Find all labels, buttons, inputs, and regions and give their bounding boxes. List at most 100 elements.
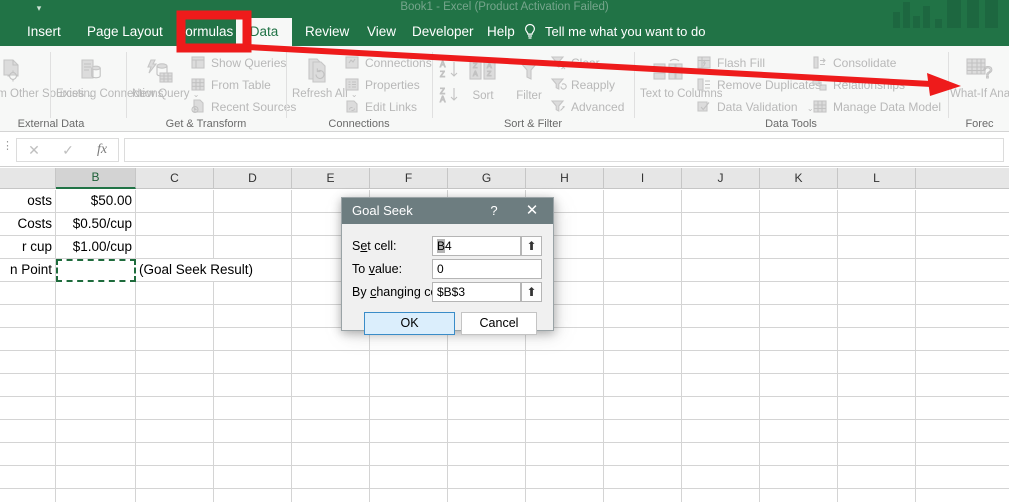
ok-button[interactable]: OK (364, 312, 455, 335)
sort-button[interactable]: Z A A Z Sort (466, 58, 500, 103)
grid-cell[interactable] (370, 420, 448, 443)
grid-cell[interactable] (214, 282, 292, 305)
grid-cell[interactable] (214, 190, 292, 213)
grid-cell[interactable] (448, 374, 526, 397)
grid-cell[interactable] (604, 397, 682, 420)
from-other-sources-button[interactable]: From Other Sources ⌄ (0, 56, 94, 102)
column-header-C[interactable]: C (136, 168, 214, 189)
tab-help[interactable]: Help (478, 18, 524, 46)
grid-cell[interactable] (682, 213, 760, 236)
grid-cell[interactable] (916, 282, 1009, 305)
cell-A4[interactable]: n Point (0, 259, 56, 282)
grid-cell[interactable] (760, 328, 838, 351)
grid-cell[interactable] (760, 213, 838, 236)
grid-cell[interactable] (760, 236, 838, 259)
grid-cell[interactable] (448, 443, 526, 466)
grid-cell[interactable] (56, 489, 136, 502)
grid-cell[interactable] (526, 374, 604, 397)
reapply-button[interactable]: Reapply (550, 74, 615, 96)
close-icon[interactable]: ✕ (519, 198, 545, 224)
grid-cell[interactable] (0, 466, 56, 489)
grid-cell[interactable] (292, 443, 370, 466)
grid-cell[interactable] (56, 305, 136, 328)
grid-cell[interactable] (604, 466, 682, 489)
grid-cell[interactable] (0, 397, 56, 420)
active-cell-marquee[interactable] (56, 259, 136, 282)
grid-cell[interactable] (370, 443, 448, 466)
grid-cell[interactable] (838, 374, 916, 397)
grid-cell[interactable] (448, 420, 526, 443)
grid-cell[interactable] (136, 374, 214, 397)
sort-za-button[interactable]: Z A (438, 86, 462, 106)
grid-cell[interactable] (916, 489, 1009, 502)
manage-data-model-button[interactable]: Manage Data Model (812, 96, 941, 118)
lightbulb-icon[interactable] (522, 22, 538, 42)
tell-me-input[interactable]: Tell me what you want to do (545, 18, 705, 46)
grid-cell[interactable] (838, 259, 916, 282)
grid-cell[interactable] (292, 397, 370, 420)
column-header-E[interactable]: E (292, 168, 370, 189)
grid-cell[interactable] (292, 351, 370, 374)
clear-filter-button[interactable]: Clear (550, 52, 600, 74)
tab-insert[interactable]: Insert (18, 18, 70, 46)
grid-cell[interactable] (760, 190, 838, 213)
grid-cell[interactable] (916, 236, 1009, 259)
grid-cell[interactable] (56, 351, 136, 374)
grid-cell[interactable] (916, 420, 1009, 443)
grid-cell[interactable] (838, 443, 916, 466)
column-header-D[interactable]: D (214, 168, 292, 189)
tab-developer[interactable]: Developer (403, 18, 483, 46)
grid-cell[interactable] (838, 328, 916, 351)
grid-cell[interactable] (214, 489, 292, 502)
column-header-K[interactable]: K (760, 168, 838, 189)
recent-sources-button[interactable]: Recent Sources (190, 96, 296, 118)
grid-cell[interactable] (682, 466, 760, 489)
set-cell-input[interactable]: B4 (432, 236, 521, 256)
consolidate-button[interactable]: Consolidate (812, 52, 896, 74)
grid-cell[interactable] (682, 397, 760, 420)
grid-cell[interactable] (370, 466, 448, 489)
grid-cell[interactable] (682, 259, 760, 282)
grid-cell[interactable] (682, 351, 760, 374)
column-header-H[interactable]: H (526, 168, 604, 189)
grid-cell[interactable] (760, 397, 838, 420)
existing-connections-button[interactable]: Existing Connections (56, 56, 163, 101)
cell-B2[interactable]: $0.50/cup (56, 213, 136, 236)
grid-cell[interactable] (682, 374, 760, 397)
check-icon[interactable]: ✓ (51, 139, 85, 161)
grid-cell[interactable] (526, 420, 604, 443)
grid-cell[interactable] (214, 328, 292, 351)
grid-cell[interactable] (0, 351, 56, 374)
grid-cell[interactable] (604, 282, 682, 305)
grid-cell[interactable] (136, 420, 214, 443)
grid-cell[interactable] (448, 489, 526, 502)
tab-page-layout[interactable]: Page Layout (78, 18, 172, 46)
grid-cell[interactable] (916, 328, 1009, 351)
column-header-M[interactable] (916, 168, 1009, 189)
grid-cell[interactable] (604, 259, 682, 282)
cell-A2[interactable]: Costs (0, 213, 56, 236)
grid-cell[interactable] (370, 397, 448, 420)
text-to-columns-button[interactable]: Text to Columns (640, 56, 722, 101)
grid-cell[interactable] (916, 213, 1009, 236)
grid-cell[interactable] (604, 374, 682, 397)
grid-cell[interactable] (136, 466, 214, 489)
grid-cell[interactable] (838, 213, 916, 236)
grid-cell[interactable] (604, 213, 682, 236)
grid-cell[interactable] (682, 305, 760, 328)
cell-C2[interactable] (136, 213, 214, 236)
edit-links-button[interactable]: Edit Links (344, 96, 417, 118)
grid-cell[interactable] (0, 489, 56, 502)
column-header-F[interactable]: F (370, 168, 448, 189)
grid-cell[interactable] (838, 351, 916, 374)
by-changing-cell-collapse-dialog-icon[interactable]: ⬆ (521, 282, 542, 302)
grid-cell[interactable] (838, 236, 916, 259)
grid-cell[interactable] (682, 282, 760, 305)
grid-cell[interactable] (838, 190, 916, 213)
cell-A1[interactable]: osts (0, 190, 56, 213)
grid-cell[interactable] (526, 443, 604, 466)
grid-cell[interactable] (838, 397, 916, 420)
tab-view[interactable]: View (358, 18, 405, 46)
from-table-button[interactable]: From Table (190, 74, 271, 96)
grid-cell[interactable] (214, 213, 292, 236)
